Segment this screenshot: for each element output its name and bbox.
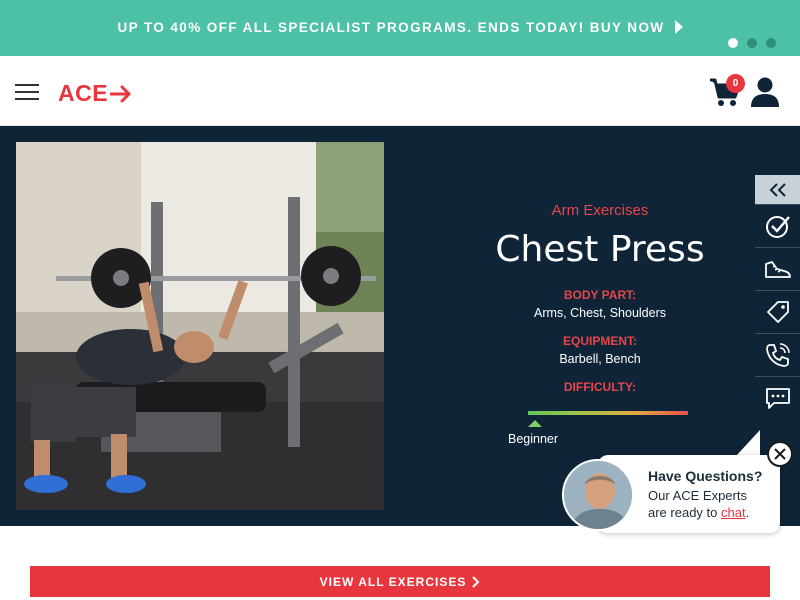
toolbar-item-call[interactable] [755,333,800,376]
check-circle-icon [765,216,790,238]
difficulty-value: Beginner [508,432,559,446]
logo-text: ACE [58,80,109,106]
chat-line-2-suffix: . [745,505,750,520]
toolbar-item-checklist[interactable] [755,204,800,247]
body-part-value: Arms, Chest, Shoulders [534,306,666,320]
chat-close-button[interactable] [767,441,793,467]
chat-line-2-prefix: are ready to [648,505,721,520]
exercise-info: Arm Exercises Chest Press BODY PART: Arm… [430,202,770,446]
difficulty-pointer-icon [528,420,542,427]
chat-title: Have Questions? [648,468,763,484]
chat-popup-tail [736,430,760,456]
price-tag-icon [766,301,789,323]
exercise-category[interactable]: Arm Exercises [430,202,770,219]
promo-carousel-dots [728,38,776,48]
body-part-label: BODY PART: [563,288,637,302]
site-header: ACE 0 [0,56,800,126]
equipment-value: Barbell, Bench [559,352,641,366]
difficulty-label: DIFFICULTY: [563,380,637,394]
close-icon [774,448,786,460]
chevron-right-icon [472,575,480,588]
double-chevron-left-icon [769,182,786,197]
collapse-toolbar-button[interactable] [755,175,800,204]
expert-avatar [562,459,634,531]
promo-banner[interactable]: UP TO 40% OFF ALL SPECIALIST PROGRAMS. E… [0,0,800,56]
caret-right-icon [674,20,683,34]
logo-arrow-icon [110,85,131,102]
chat-line-2: are ready to chat. [648,505,749,520]
view-all-label: VIEW ALL EXERCISES [319,574,467,589]
promo-text: UP TO 40% OFF ALL SPECIALIST PROGRAMS. E… [117,20,665,35]
carousel-dot-3[interactable] [766,38,776,48]
carousel-dot-2[interactable] [747,38,757,48]
side-toolbar [755,175,800,419]
promo-link[interactable]: UP TO 40% OFF ALL SPECIALIST PROGRAMS. E… [0,20,800,35]
ace-logo[interactable]: ACE [58,80,132,107]
phone-icon [765,343,790,367]
user-account-icon[interactable] [750,76,780,108]
chat-link[interactable]: chat [721,505,746,520]
difficulty-meter [528,411,688,415]
page: UP TO 40% OFF ALL SPECIALIST PROGRAMS. E… [0,0,800,600]
hamburger-menu-icon[interactable] [15,84,39,100]
exercise-title: Chest Press [495,229,705,270]
toolbar-item-chat[interactable] [755,376,800,419]
cart-count-badge: 0 [726,74,745,93]
equipment-label: EQUIPMENT: [562,334,637,348]
exercise-photo [16,142,384,510]
view-all-exercises-button[interactable]: VIEW ALL EXERCISES [30,566,770,597]
toolbar-item-offers[interactable] [755,290,800,333]
toolbar-item-shoe[interactable] [755,247,800,290]
sneaker-icon [764,261,791,278]
carousel-dot-1[interactable] [728,38,738,48]
chat-line-1: Our ACE Experts [648,488,747,503]
chat-icon [765,388,790,409]
